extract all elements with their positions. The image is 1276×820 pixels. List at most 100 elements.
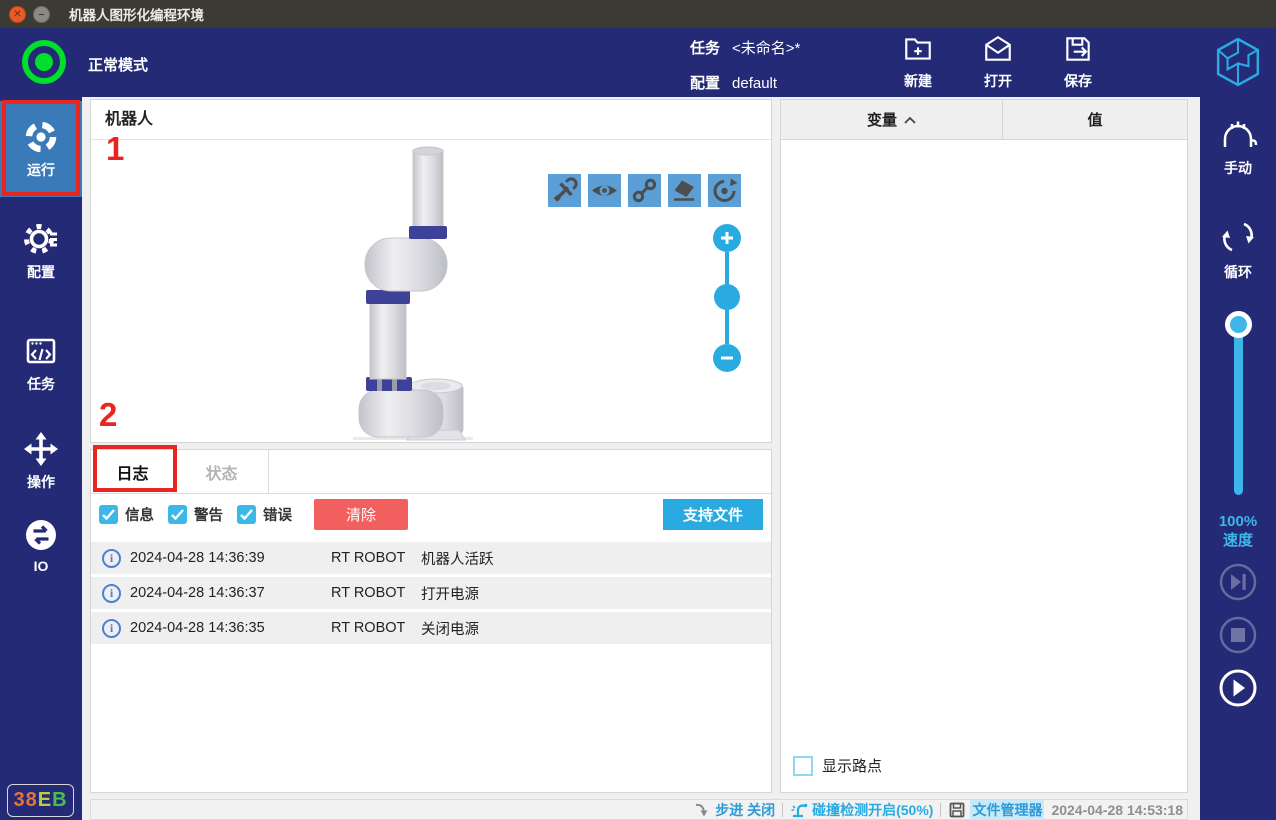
zoom-in-button[interactable] <box>713 224 741 252</box>
robot-panel-title: 机器人 <box>91 100 771 140</box>
window-close-button[interactable]: ✕ <box>9 5 26 23</box>
mode-status-icon <box>22 40 66 84</box>
stop-button[interactable] <box>1218 615 1258 655</box>
speed-slider-track[interactable] <box>1234 311 1243 495</box>
config-value: default <box>732 75 778 92</box>
log-source: RT ROBOT <box>331 620 406 636</box>
manual-mode-button[interactable]: 手动 <box>1200 115 1276 178</box>
titlebar: ✕ – 机器人图形化编程环境 <box>0 0 1276 28</box>
sidebar-item-io[interactable]: IO <box>0 503 82 587</box>
log-entry: i 2024-04-28 14:36:39 RT ROBOT 机器人活跃 <box>91 542 771 574</box>
log-panel: 日志 状态 信息 警告 错误 清除 支持文件 i 2024-04-28 14:3… <box>90 449 772 793</box>
robot-3d-view[interactable] <box>353 142 473 442</box>
checkbox-checked-icon <box>99 504 118 524</box>
divider <box>940 802 942 817</box>
column-header-variable[interactable]: 变量 <box>781 100 1003 139</box>
new-folder-icon <box>905 38 931 60</box>
loop-icon <box>1222 222 1254 252</box>
robot-panel: 机器人 <box>90 99 772 443</box>
eraser-button[interactable] <box>668 174 701 207</box>
app-window: ✕ – 机器人图形化编程环境 正常模式 任务 <未命名>* 配置 default 新… <box>0 0 1276 820</box>
speed-label: 速度 <box>1222 532 1253 549</box>
sidebar-item-run[interactable]: 运行 <box>0 101 82 197</box>
support-file-button[interactable]: 支持文件 <box>663 498 763 530</box>
waypoint-path-icon <box>632 178 657 203</box>
log-message: 打开电源 <box>421 586 479 603</box>
status-timestamp: 2024-04-28 14:53:18 <box>1051 801 1183 818</box>
log-entry: i 2024-04-28 14:36:37 RT ROBOT 打开电源 <box>91 577 771 609</box>
log-entry: i 2024-04-28 14:36:35 RT ROBOT 关闭电源 <box>91 612 771 644</box>
tab-row: 日志 状态 <box>91 450 771 494</box>
collision-detection-status[interactable]: 碰撞检测开启(50%) <box>790 800 933 820</box>
speed-readout: 100% 速度 <box>1200 512 1276 550</box>
info-icon: i <box>102 583 121 603</box>
plus-icon <box>721 232 733 244</box>
variables-panel: 变量 值 显示路点 <box>780 99 1188 793</box>
step-arrow-icon <box>696 803 708 816</box>
play-button[interactable] <box>1218 668 1258 708</box>
floppy-disk-icon <box>950 802 965 817</box>
divider <box>782 802 784 817</box>
step-mode-status[interactable]: 步进 关闭 <box>694 800 775 820</box>
tools-button[interactable] <box>548 174 581 207</box>
status-bar: 步进 关闭 碰撞检测开启(50%) 文件管理器 2024-04-28 14:53… <box>90 799 1188 820</box>
stop-icon <box>1219 616 1257 654</box>
sidebar-item-config[interactable]: 配置 <box>0 209 82 293</box>
speed-slider-handle[interactable] <box>1225 311 1252 338</box>
brand-logo-icon <box>1216 37 1260 87</box>
loop-mode-button[interactable]: 循环 <box>1200 217 1276 282</box>
checkbox-checked-icon <box>168 504 187 524</box>
info-icon: i <box>102 618 121 638</box>
sidebar-item-task[interactable]: 任务 <box>0 321 82 405</box>
view-toolbar <box>548 174 741 207</box>
zoom-slider-handle[interactable] <box>714 284 740 310</box>
visibility-button[interactable] <box>588 174 621 207</box>
log-source: RT ROBOT <box>331 585 406 601</box>
reset-view-icon <box>713 178 738 202</box>
sort-asc-icon <box>904 116 916 124</box>
clear-log-button[interactable]: 清除 <box>314 498 408 530</box>
reset-view-button[interactable] <box>708 174 741 207</box>
filter-info-checkbox[interactable]: 信息 <box>99 504 154 525</box>
filter-warning-checkbox[interactable]: 警告 <box>168 504 223 525</box>
new-task-button[interactable]: 新建 <box>886 33 950 91</box>
gear-icon <box>24 223 57 254</box>
window-title: 机器人图形化编程环境 <box>69 8 204 23</box>
config-label: 配置 <box>690 75 721 92</box>
log-filter-row: 信息 警告 错误 清除 支持文件 <box>91 494 771 534</box>
tools-icon <box>553 177 578 202</box>
eraser-icon <box>674 180 694 201</box>
code-window-icon <box>26 338 56 363</box>
speed-value: 100% <box>1218 513 1258 530</box>
config-field: 配置 default <box>690 72 777 93</box>
zoom-out-button[interactable] <box>713 344 741 372</box>
column-header-value[interactable]: 值 <box>1003 100 1187 139</box>
file-manager-button[interactable]: 文件管理器 <box>948 799 1045 820</box>
log-message: 关闭电源 <box>421 621 479 638</box>
play-icon <box>1219 669 1257 707</box>
variables-table-header: 变量 值 <box>781 100 1187 140</box>
log-source: RT ROBOT <box>331 550 406 566</box>
save-task-button[interactable]: 保存 <box>1046 33 1110 91</box>
window-minimize-button[interactable]: – <box>33 5 50 23</box>
open-task-button[interactable]: 打开 <box>966 33 1030 91</box>
left-sidebar: 运行 配置 任务 操作 IO 38 E B <box>0 97 82 820</box>
move-arrows-icon <box>24 431 58 466</box>
show-waypoints-checkbox[interactable]: 显示路点 <box>793 755 882 776</box>
path-button[interactable] <box>628 174 661 207</box>
collision-icon <box>791 803 808 818</box>
filter-error-checkbox[interactable]: 错误 <box>237 504 292 525</box>
tab-log[interactable]: 日志 <box>91 450 175 493</box>
mode-status-dot <box>35 53 53 71</box>
io-swap-icon <box>26 519 56 550</box>
mode-label: 正常模式 <box>88 57 149 74</box>
run-icon <box>25 121 57 152</box>
step-forward-button[interactable] <box>1218 562 1258 602</box>
hand-icon <box>1223 121 1258 147</box>
log-message: 机器人活跃 <box>421 551 494 568</box>
log-time: 2024-04-28 14:36:37 <box>130 585 265 601</box>
sidebar-item-operate[interactable]: 操作 <box>0 419 82 503</box>
tab-status[interactable]: 状态 <box>175 450 269 493</box>
info-icon: i <box>102 548 121 568</box>
header: 正常模式 任务 <未命名>* 配置 default 新建 打开 保存 <box>0 28 1276 97</box>
